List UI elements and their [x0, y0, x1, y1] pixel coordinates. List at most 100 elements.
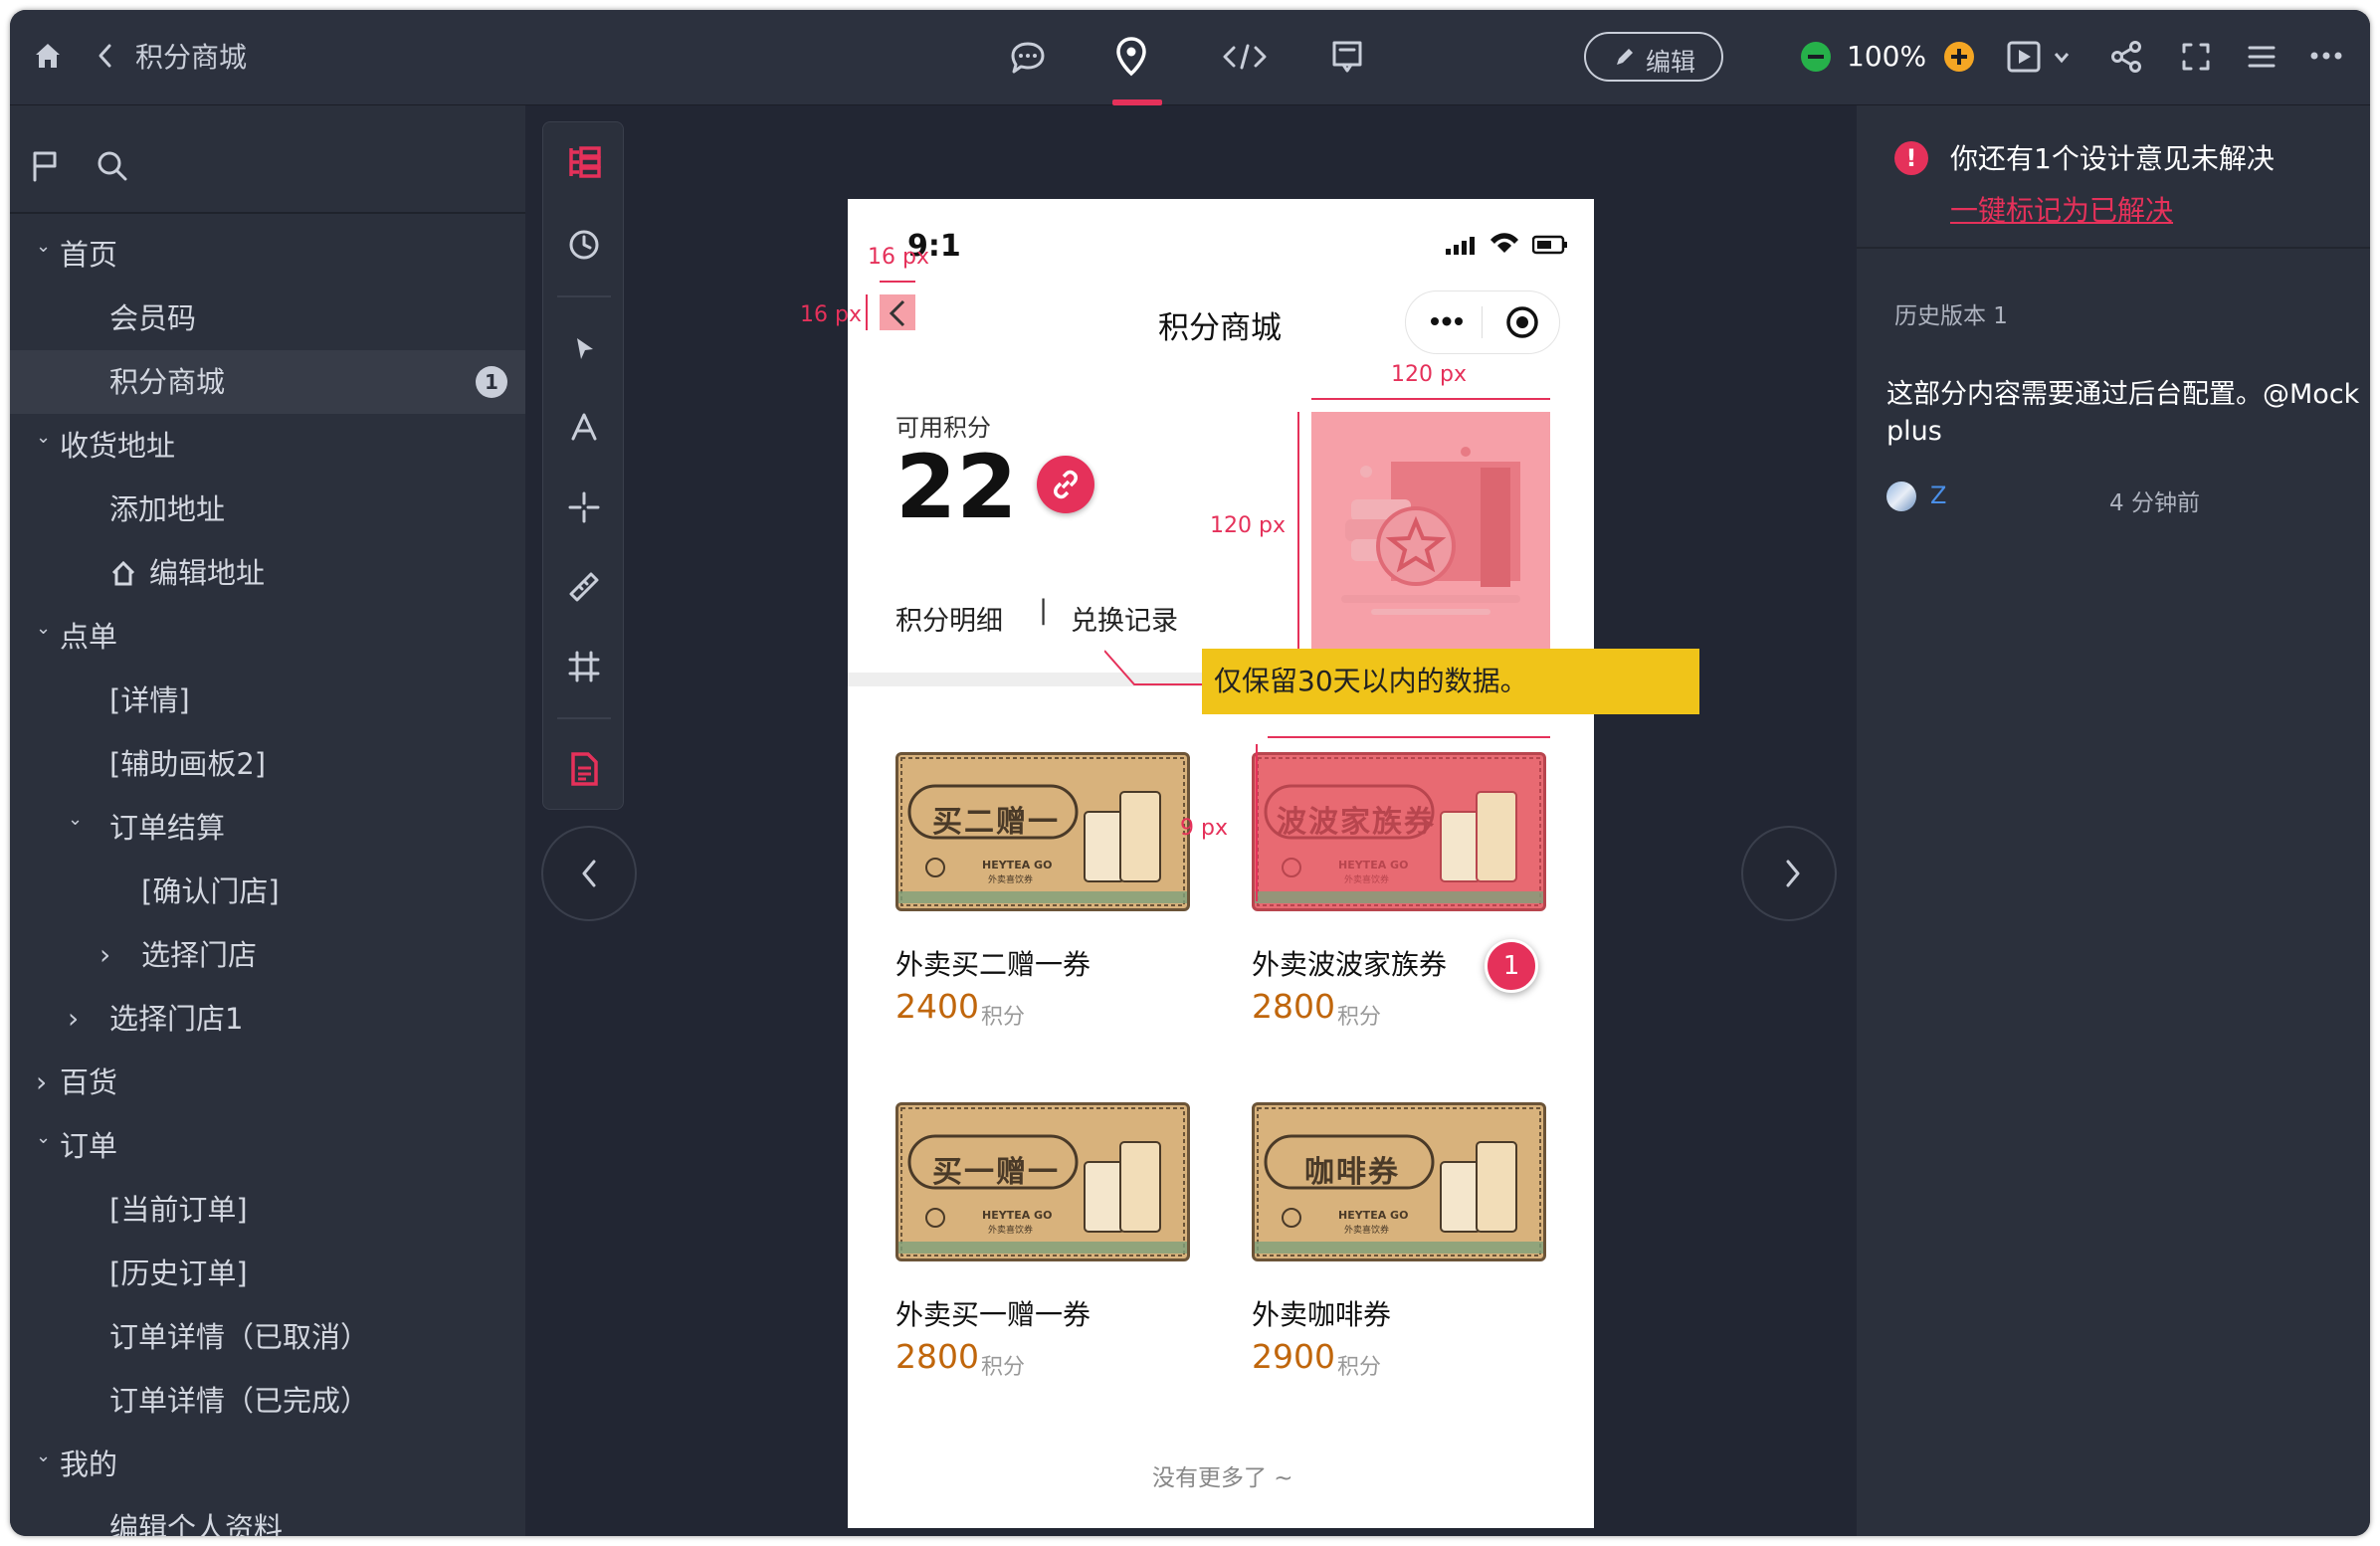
coupon-brand: HEYTEA GO: [982, 1209, 1053, 1222]
sidebar-item[interactable]: [历史订单]: [10, 1242, 525, 1305]
measure-line: [880, 281, 915, 283]
tab-exchange-records[interactable]: 兑换记录: [1071, 599, 1178, 638]
flowchart-icon[interactable]: [1329, 38, 1365, 76]
coupon-brand-sub: 外卖喜饮券: [1344, 1226, 1390, 1236]
product-card[interactable]: 买二赠一 HEYTEA GO 外卖喜饮券 外卖买二赠一券 2400 积分: [895, 752, 1190, 1051]
flag-icon[interactable]: [30, 149, 60, 183]
price-unit: 积分: [981, 1355, 1026, 1380]
close-target-icon[interactable]: [1504, 304, 1540, 340]
measure-line: [1268, 736, 1550, 738]
history-clock-icon[interactable]: [567, 228, 601, 262]
coupon-banner-text: 买一赠一: [932, 1155, 1060, 1190]
code-icon[interactable]: [1222, 42, 1268, 72]
back-chevron-icon[interactable]: [96, 42, 115, 70]
sidebar-item-label: 积分商城: [109, 365, 226, 399]
zoom-in-button[interactable]: [1944, 42, 1974, 72]
comment-count-badge: 1: [476, 366, 507, 398]
sidebar-item-label: 订单结算: [109, 811, 226, 845]
sidebar-item-label: 会员码: [109, 301, 197, 335]
layers-icon[interactable]: [565, 144, 603, 180]
sidebar-item[interactable]: 会员码: [10, 287, 525, 350]
sidebar-item[interactable]: 编辑个人资料: [10, 1496, 525, 1536]
tool-column: [542, 121, 624, 810]
more-icon[interactable]: [2308, 50, 2344, 62]
product-card[interactable]: 波波家族券 HEYTEA GO 外卖喜饮券 外卖波波家族券 2800 积分: [1252, 752, 1546, 1051]
tool-divider-2: [557, 717, 611, 719]
caret-down-icon[interactable]: ⌄: [36, 215, 51, 279]
resolve-all-link[interactable]: 一键标记为已解决: [1950, 189, 2173, 229]
tab-points-detail[interactable]: 积分明细: [895, 599, 1003, 638]
caret-right-icon[interactable]: ›: [68, 987, 79, 1051]
sidebar-item[interactable]: › 选择门店: [10, 923, 525, 987]
location-pin-icon[interactable]: [1114, 36, 1148, 78]
comment-icon[interactable]: [1009, 40, 1047, 76]
sidebar-item[interactable]: 订单详情（已取消）: [10, 1305, 525, 1369]
prev-page-button[interactable]: [541, 826, 637, 921]
chevron-right-icon: [1786, 860, 1800, 887]
sidebar-item[interactable]: › 选择门店1: [10, 987, 525, 1051]
sidebar-item[interactable]: 积分商城 1: [10, 350, 525, 414]
tool-divider: [557, 295, 611, 297]
sidebar-item-label: [确认门店]: [141, 874, 280, 908]
sidebar-item[interactable]: ⌄ 点单: [10, 605, 525, 669]
frame-icon[interactable]: [567, 650, 601, 683]
coupon-banner-text: 波波家族券: [1277, 805, 1436, 840]
tooltip-leader-line: [1104, 650, 1214, 685]
sidebar-item[interactable]: [确认门店]: [10, 860, 525, 923]
coupon-banner-text: 咖啡券: [1304, 1155, 1400, 1190]
sidebar-item[interactable]: ⌄ 订单: [10, 1114, 525, 1178]
document-icon[interactable]: [569, 751, 599, 787]
text-tool-icon[interactable]: [569, 411, 599, 443]
share-icon[interactable]: [2109, 40, 2143, 74]
next-page-button[interactable]: [1741, 826, 1837, 921]
play-preview-icon[interactable]: [2006, 40, 2042, 74]
crosshair-icon[interactable]: [567, 490, 601, 524]
link-hotspot-button[interactable]: [1037, 456, 1094, 513]
measure-label: 16 px: [800, 302, 862, 327]
sidebar-item[interactable]: ⌄ 我的: [10, 1433, 525, 1496]
comment-pin[interactable]: 1: [1485, 939, 1538, 993]
tab-separator: |: [1039, 595, 1049, 626]
sidebar-item[interactable]: ⌄ 首页: [10, 223, 525, 287]
caret-down-icon[interactable]: ⌄: [36, 597, 51, 661]
sidebar-item[interactable]: ⌄ 订单结算: [10, 796, 525, 860]
more-dots-icon[interactable]: [1427, 314, 1467, 328]
menu-icon[interactable]: [2247, 44, 2277, 70]
sidebar-item[interactable]: 订单详情（已完成）: [10, 1369, 525, 1433]
product-card[interactable]: 咖啡券 HEYTEA GO 外卖喜饮券 外卖咖啡券 2900 积分: [1252, 1102, 1546, 1401]
sidebar-item[interactable]: › 百货: [10, 1051, 525, 1114]
sidebar-item[interactable]: [详情]: [10, 669, 525, 732]
history-version-label[interactable]: 历史版本 1: [1894, 296, 2008, 330]
coupon-image: 咖啡券 HEYTEA GO 外卖喜饮券: [1252, 1102, 1546, 1261]
pointer-icon[interactable]: [573, 335, 597, 363]
sidebar-item[interactable]: 编辑地址: [10, 541, 525, 605]
app-window: 积分商城 编辑 100% ⌄ 首页 会员码 积分商城 1 ⌄ 收货地址 添加地址 编辑地址 ⌄ 点单…: [10, 10, 2370, 1536]
caret-down-icon[interactable]: ⌄: [68, 788, 83, 852]
caret-down-icon[interactable]: ⌄: [36, 1425, 51, 1488]
home-outline-icon: [111, 560, 135, 586]
price-unit: 积分: [981, 1005, 1026, 1030]
home-icon[interactable]: [32, 40, 64, 72]
price-unit: 积分: [1337, 1355, 1382, 1380]
caret-down-icon[interactable]: ⌄: [36, 406, 51, 470]
caret-right-icon[interactable]: ›: [36, 1051, 47, 1114]
phone-artboard[interactable]: 9:1 16 px 16 px 积分商城 可用积分 22 120 px 120 …: [800, 199, 1594, 1528]
caret-right-icon[interactable]: ›: [99, 923, 110, 987]
coupon-brand-sub: 外卖喜饮券: [988, 875, 1034, 885]
caret-down-icon[interactable]: ⌄: [36, 1106, 51, 1170]
zoom-out-button[interactable]: [1801, 42, 1831, 72]
search-icon[interactable]: [96, 149, 129, 183]
sidebar-item[interactable]: [辅助画板2]: [10, 732, 525, 796]
chevron-down-icon[interactable]: [2054, 52, 2070, 64]
sidebar-item[interactable]: [当前订单]: [10, 1178, 525, 1242]
ruler-icon[interactable]: [567, 570, 601, 604]
product-card[interactable]: 买一赠一 HEYTEA GO 外卖喜饮券 外卖买一赠一券 2800 积分: [895, 1102, 1190, 1401]
comment-user: Z: [1930, 482, 1947, 509]
sidebar-item[interactable]: 添加地址: [10, 478, 525, 541]
sidebar-item-label: 添加地址: [109, 492, 226, 526]
sidebar-item[interactable]: ⌄ 收货地址: [10, 414, 525, 478]
fullscreen-icon[interactable]: [2181, 42, 2211, 72]
coupon-image: 买一赠一 HEYTEA GO 外卖喜饮券: [895, 1102, 1190, 1261]
edit-button[interactable]: 编辑: [1584, 32, 1723, 82]
measure-label: 120 px: [1391, 362, 1467, 387]
